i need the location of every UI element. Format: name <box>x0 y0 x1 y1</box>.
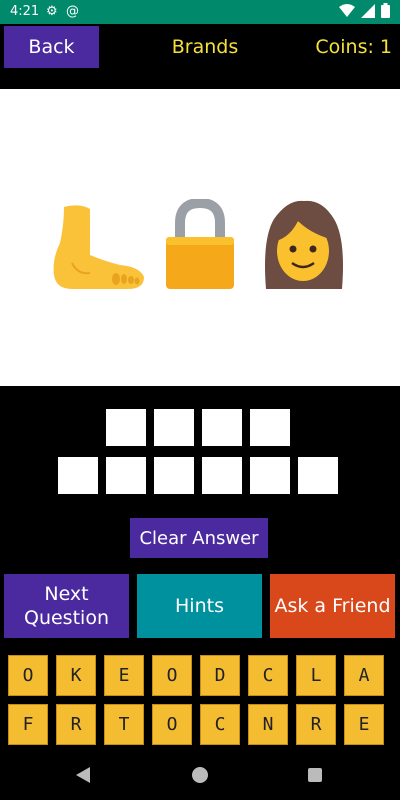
answer-slot[interactable] <box>106 457 146 494</box>
clear-answer-button[interactable]: Clear Answer <box>130 518 268 558</box>
back-button[interactable]: Back <box>4 26 99 68</box>
answer-slot[interactable] <box>106 409 146 446</box>
letter-tile[interactable]: O <box>152 655 192 696</box>
answer-slot[interactable] <box>58 457 98 494</box>
nav-back-icon[interactable] <box>76 767 90 783</box>
answer-slot[interactable] <box>202 457 242 494</box>
letter-tile[interactable]: C <box>200 704 240 745</box>
at-sign-icon: @ <box>66 4 79 19</box>
nav-recents-icon[interactable] <box>308 768 322 782</box>
answer-row-1 <box>106 409 290 446</box>
letter-tile[interactable]: R <box>296 704 336 745</box>
letter-tile[interactable]: C <box>248 655 288 696</box>
letter-tiles-row-2: F R T O C N R E <box>8 704 392 745</box>
letter-tile[interactable]: F <box>8 704 48 745</box>
letter-tiles-row-1: O K E O D C L A <box>8 655 392 696</box>
lock-emoji <box>166 199 234 289</box>
letter-tile[interactable]: L <box>296 655 336 696</box>
woman-emoji <box>265 200 343 289</box>
signal-icon <box>361 3 375 18</box>
letter-tile[interactable]: T <box>104 704 144 745</box>
letter-tile[interactable]: O <box>8 655 48 696</box>
coins-counter: Coins: 1 <box>315 36 392 58</box>
status-bar: 4:21 ⚙ @ <box>0 0 400 24</box>
answer-slot[interactable] <box>154 457 194 494</box>
letter-tile[interactable]: D <box>200 655 240 696</box>
answer-slot[interactable] <box>250 409 290 446</box>
letter-tile[interactable]: O <box>152 704 192 745</box>
top-bar: Back Brands Coins: 1 <box>0 24 400 89</box>
letter-tile[interactable]: E <box>104 655 144 696</box>
answer-slot[interactable] <box>202 409 242 446</box>
letter-tile[interactable]: E <box>344 704 384 745</box>
status-time: 4:21 <box>10 4 40 19</box>
next-question-button[interactable]: Next Question <box>4 574 129 638</box>
ask-a-friend-button[interactable]: Ask a Friend <box>270 574 395 638</box>
system-navigation-bar <box>0 750 400 800</box>
battery-icon <box>381 3 390 18</box>
hints-button[interactable]: Hints <box>137 574 262 638</box>
answer-slot[interactable] <box>154 409 194 446</box>
nav-home-icon[interactable] <box>192 767 208 783</box>
foot-emoji <box>53 205 144 289</box>
letter-tile[interactable]: K <box>56 655 96 696</box>
letter-tile[interactable]: A <box>344 655 384 696</box>
letter-tile[interactable]: N <box>248 704 288 745</box>
letter-tile[interactable]: R <box>56 704 96 745</box>
answer-row-2 <box>58 457 338 494</box>
wifi-icon <box>339 3 355 17</box>
answer-slot[interactable] <box>250 457 290 494</box>
answer-slot[interactable] <box>298 457 338 494</box>
emoji-clue-panel <box>0 89 400 386</box>
category-title: Brands <box>171 36 239 58</box>
settings-icon: ⚙ <box>46 4 58 19</box>
